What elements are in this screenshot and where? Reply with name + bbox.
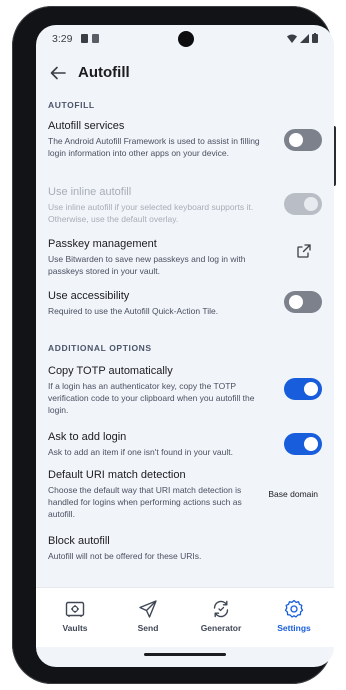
autofill-services-row[interactable]: Autofill services The Android Autofill F…	[48, 119, 322, 159]
nav-vaults-label: Vaults	[62, 623, 88, 633]
system-icons	[287, 33, 318, 43]
toggle-knob	[304, 382, 318, 396]
autofill-services-title: Autofill services	[48, 120, 125, 132]
use-accessibility-toggle[interactable]	[284, 291, 322, 313]
block-autofill-title: Block autofill	[48, 535, 110, 547]
nav-send-label: Send	[137, 623, 159, 633]
nav-generator-label: Generator	[200, 623, 242, 633]
ask-add-login-row[interactable]: Ask to add login Ask to add an item if o…	[48, 430, 322, 458]
copy-totp-row[interactable]: Copy TOTP automatically If a login has a…	[48, 364, 322, 416]
gear-icon	[284, 599, 304, 618]
generator-icon	[213, 600, 229, 618]
uri-match-title: Default URI match detection	[48, 469, 186, 481]
use-accessibility-desc: Required to use the Autofill Quick-Actio…	[48, 306, 219, 316]
toggle-knob	[289, 133, 303, 147]
passkey-management-row[interactable]: Passkey management Use Bitwarden to save…	[48, 237, 322, 277]
toggle-knob	[304, 197, 318, 211]
ask-add-login-desc: Ask to add an item if one isn't found in…	[48, 447, 233, 457]
app-notification-icon	[92, 34, 99, 43]
copy-totp-title: Copy TOTP automatically	[48, 365, 173, 377]
screen: 3:29 Autofill AUTOFILL Autofill services	[36, 25, 334, 667]
nav-send[interactable]: Send	[111, 588, 185, 648]
passkey-management-title: Passkey management	[48, 238, 157, 250]
signal-icon	[300, 33, 309, 43]
notification-icons	[81, 34, 99, 43]
external-link-icon[interactable]	[296, 243, 312, 259]
phone-frame: 3:29 Autofill AUTOFILL Autofill services	[12, 6, 336, 684]
status-bar: 3:29	[36, 25, 334, 53]
sim-icon	[81, 34, 88, 43]
autofill-services-toggle[interactable]	[284, 129, 322, 151]
copy-totp-desc: If a login has an authenticator key, cop…	[48, 381, 255, 415]
back-arrow-icon[interactable]	[46, 61, 70, 85]
app-bar: Autofill	[36, 53, 334, 93]
bottom-navigation: Vaults Send Generator Settings	[36, 587, 334, 647]
toggle-knob	[304, 437, 318, 451]
battery-icon	[312, 33, 318, 43]
section-autofill-label: AUTOFILL	[48, 100, 95, 110]
send-icon	[139, 600, 157, 618]
camera-cutout	[178, 31, 194, 47]
page-title: Autofill	[78, 64, 130, 81]
use-accessibility-row[interactable]: Use accessibility Required to use the Au…	[48, 289, 322, 317]
uri-match-desc: Choose the default way that URI match de…	[48, 485, 242, 519]
inline-autofill-row: Use inline autofill Use inline autofill …	[48, 185, 322, 225]
wifi-icon	[287, 34, 297, 43]
inline-autofill-toggle	[284, 193, 322, 215]
nav-vaults[interactable]: Vaults	[38, 588, 112, 648]
block-autofill-desc: Autofill will not be offered for these U…	[48, 551, 202, 561]
toggle-knob	[289, 295, 303, 309]
use-accessibility-title: Use accessibility	[48, 290, 130, 302]
block-autofill-row[interactable]: Block autofill Autofill will not be offe…	[48, 534, 322, 562]
ask-add-login-toggle[interactable]	[284, 433, 322, 455]
copy-totp-toggle[interactable]	[284, 378, 322, 400]
settings-list[interactable]: AUTOFILL Autofill services The Android A…	[36, 93, 334, 587]
vault-icon	[65, 601, 85, 617]
ask-add-login-title: Ask to add login	[48, 431, 127, 443]
passkey-management-desc: Use Bitwarden to save new passkeys and l…	[48, 254, 246, 276]
inline-autofill-desc: Use inline autofill if your selected key…	[48, 202, 254, 224]
section-additional-label: ADDITIONAL OPTIONS	[48, 343, 152, 353]
nav-generator[interactable]: Generator	[184, 588, 258, 648]
gesture-bar[interactable]	[144, 653, 226, 656]
inline-autofill-title: Use inline autofill	[48, 186, 132, 198]
status-time: 3:29	[52, 33, 73, 45]
nav-settings-label: Settings	[277, 623, 311, 633]
autofill-services-desc: The Android Autofill Framework is used t…	[48, 136, 260, 158]
uri-match-value[interactable]: Base domain	[268, 489, 318, 499]
uri-match-row[interactable]: Default URI match detection Choose the d…	[48, 468, 322, 520]
nav-settings[interactable]: Settings	[257, 588, 331, 648]
